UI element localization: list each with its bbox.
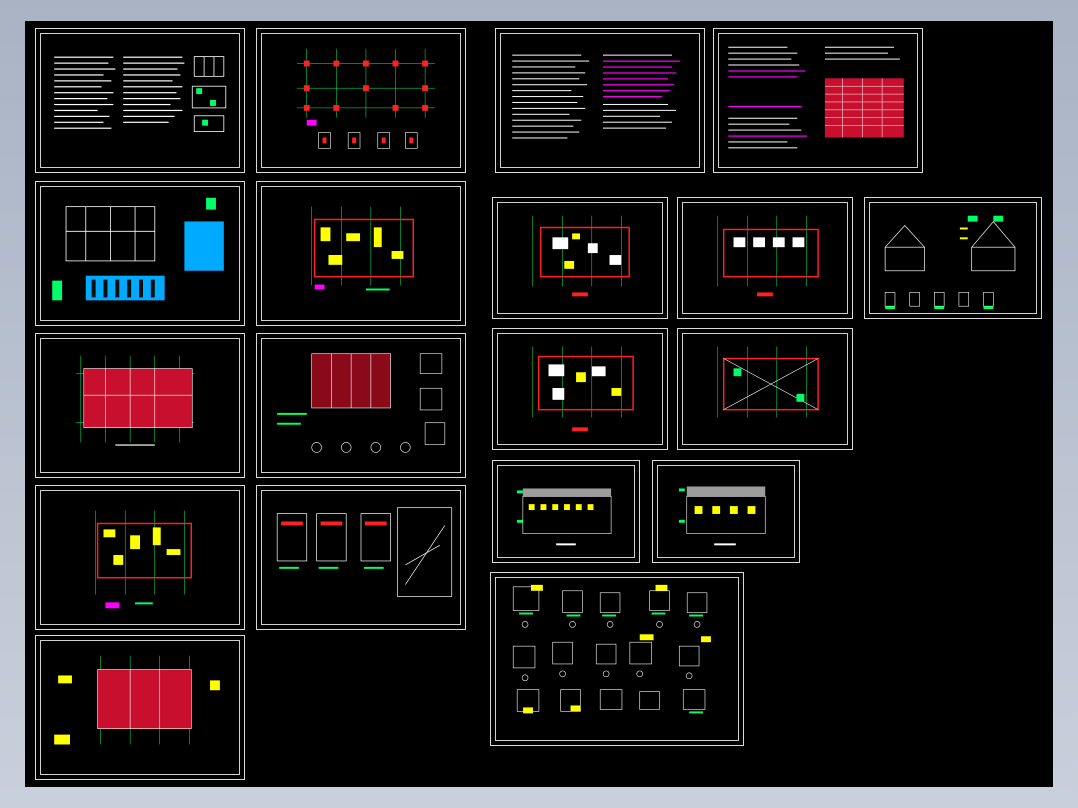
sheet-furnished-plan[interactable] [492,328,668,450]
front-elevation-drawing [516,488,612,546]
sheet-rear-elevation[interactable] [652,460,800,563]
notes-drawing [54,56,227,132]
beam-layout-drawing [277,353,446,453]
sheet-beam-layout[interactable] [256,333,466,478]
sheet-material-table[interactable] [713,28,923,173]
sheet-yellow-floor-plan[interactable] [256,181,466,326]
rear-elevation-drawing [678,486,766,546]
sheet-front-elevation[interactable] [492,460,640,563]
stair-detail-drawing [276,507,453,597]
sheet-notes[interactable] [35,28,245,173]
sheet-column-layout[interactable] [256,28,466,173]
sheet-red-floor-plan[interactable] [35,333,245,478]
yellow-floor-drawing [311,206,415,291]
red-plan-drawing [75,355,195,446]
sheet-design-notes[interactable] [495,28,705,173]
sheet-roof-plan[interactable] [677,328,853,450]
sheet-second-floor-plan[interactable] [677,197,853,319]
yellow-plan-drawing [95,510,193,609]
sheet-sections[interactable] [864,197,1042,319]
design-notes-drawing [512,54,680,139]
sheet-foundation-plan[interactable] [35,181,245,326]
sheet-construction-details[interactable] [490,572,744,746]
construction-details-drawing [512,584,711,714]
sheet-ground-floor-plan[interactable] [492,197,668,319]
column-layout-drawing [296,48,435,149]
second-floor-drawing [717,215,819,297]
roof-plan-drawing [54,655,220,745]
furnished-plan-drawing [532,346,634,432]
foundation-drawing [52,197,224,301]
sheet-stair-detail[interactable] [256,485,466,630]
sheet-beam-yellow-plan[interactable] [35,485,245,630]
ground-floor-drawing [532,215,630,297]
sheet-roof-red-plan[interactable] [35,635,245,780]
sections-drawing [884,215,1016,310]
material-table-drawing [728,46,904,149]
roof-plan-right-drawing [717,346,819,418]
drawing-canvas[interactable] [25,21,1053,787]
